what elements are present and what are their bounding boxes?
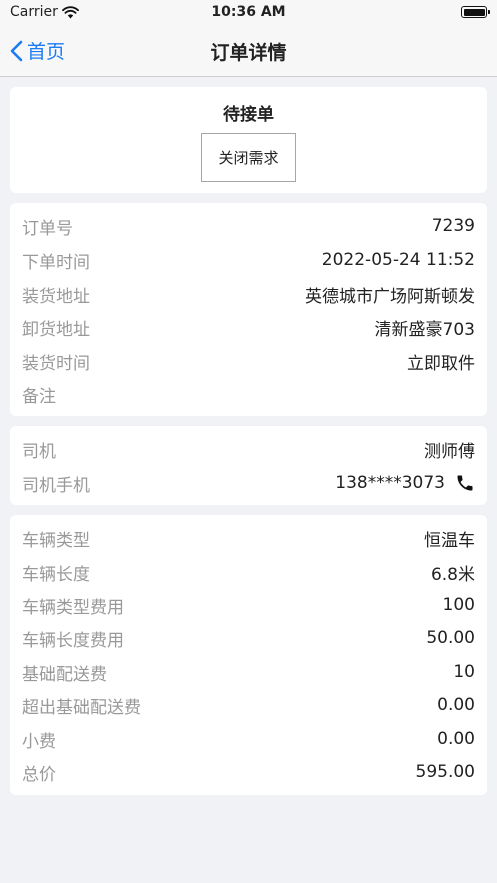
row-value: 0.00 <box>437 729 475 749</box>
info-row-tip: 小费 0.00 <box>22 722 475 756</box>
order-status: 待接单 <box>223 105 274 125</box>
info-row-remarks: 备注 <box>22 377 475 411</box>
navigation-bar: 首页 订单详情 <box>0 26 497 77</box>
info-row-loading-address: 装货地址 英德城市广场阿斯顿发 <box>22 277 475 311</box>
info-row-vehicle-length: 车辆长度 6.8米 <box>22 555 475 589</box>
info-row-driver: 司机 测师傅 <box>22 432 475 466</box>
row-label: 司机手机 <box>22 475 90 496</box>
info-row-loading-time: 装货时间 立即取件 <box>22 344 475 378</box>
row-label: 小费 <box>22 731 56 752</box>
close-request-button[interactable]: 关闭需求 <box>201 133 296 182</box>
row-label: 订单号 <box>22 218 73 239</box>
info-row-total-price: 总价 595.00 <box>22 755 475 789</box>
row-value: 2022-05-24 11:52 <box>321 250 475 270</box>
row-value: 0.00 <box>437 695 475 715</box>
battery-icon <box>461 6 490 18</box>
row-value: 清新盛豪703 <box>374 319 475 340</box>
info-row-order-time: 下单时间 2022-05-24 11:52 <box>22 243 475 277</box>
row-value: 恒温车 <box>424 530 475 551</box>
row-value: 立即取件 <box>407 353 475 374</box>
page-title: 订单详情 <box>210 42 287 64</box>
order-info-card: 订单号 7239 下单时间 2022-05-24 11:52 装货地址 英德城市… <box>10 203 487 416</box>
row-label: 车辆类型 <box>22 530 90 551</box>
status-bar: Carrier 10:36 AM <box>0 0 497 26</box>
info-row-driver-phone: 司机手机 138****3073 <box>22 466 475 500</box>
row-value: 英德城市广场阿斯顿发 <box>305 286 475 307</box>
row-value: 7239 <box>431 216 475 236</box>
status-time: 10:36 AM <box>211 4 286 20</box>
row-label: 总价 <box>22 764 56 785</box>
info-row-excess-delivery-fee: 超出基础配送费 0.00 <box>22 688 475 722</box>
row-value: 138****3073 <box>335 473 445 493</box>
row-value: 测师傅 <box>424 441 475 462</box>
row-label: 装货时间 <box>22 353 90 374</box>
info-row-unloading-address: 卸货地址 清新盛豪703 <box>22 310 475 344</box>
status-card: 待接单 关闭需求 <box>10 87 487 193</box>
row-value: 50.00 <box>426 628 475 648</box>
row-value: 595.00 <box>415 762 475 782</box>
row-label: 车辆长度 <box>22 564 90 585</box>
row-label: 车辆长度费用 <box>22 630 124 651</box>
driver-info-card: 司机 测师傅 司机手机 138****3073 <box>10 426 487 505</box>
row-value: 100 <box>442 595 475 615</box>
row-label: 备注 <box>22 386 56 407</box>
info-row-order-number: 订单号 7239 <box>22 209 475 243</box>
row-label: 车辆类型费用 <box>22 597 124 618</box>
row-value: 6.8米 <box>430 564 475 585</box>
info-row-base-delivery-fee: 基础配送费 10 <box>22 655 475 689</box>
info-row-vehicle-length-fee: 车辆长度费用 50.00 <box>22 621 475 655</box>
row-label: 超出基础配送费 <box>22 697 141 718</box>
info-row-vehicle-type: 车辆类型 恒温车 <box>22 521 475 555</box>
row-label: 基础配送费 <box>22 664 107 685</box>
row-label: 装货地址 <box>22 286 90 307</box>
row-label: 司机 <box>22 441 56 462</box>
info-row-vehicle-type-fee: 车辆类型费用 100 <box>22 588 475 622</box>
row-label: 下单时间 <box>22 252 90 273</box>
row-value-wrap: 138****3073 <box>335 473 475 493</box>
row-value: 10 <box>453 662 475 682</box>
row-label: 卸货地址 <box>22 319 90 340</box>
fee-info-card: 车辆类型 恒温车 车辆长度 6.8米 车辆类型费用 100 车辆长度费用 50.… <box>10 515 487 795</box>
phone-icon[interactable] <box>455 473 475 493</box>
